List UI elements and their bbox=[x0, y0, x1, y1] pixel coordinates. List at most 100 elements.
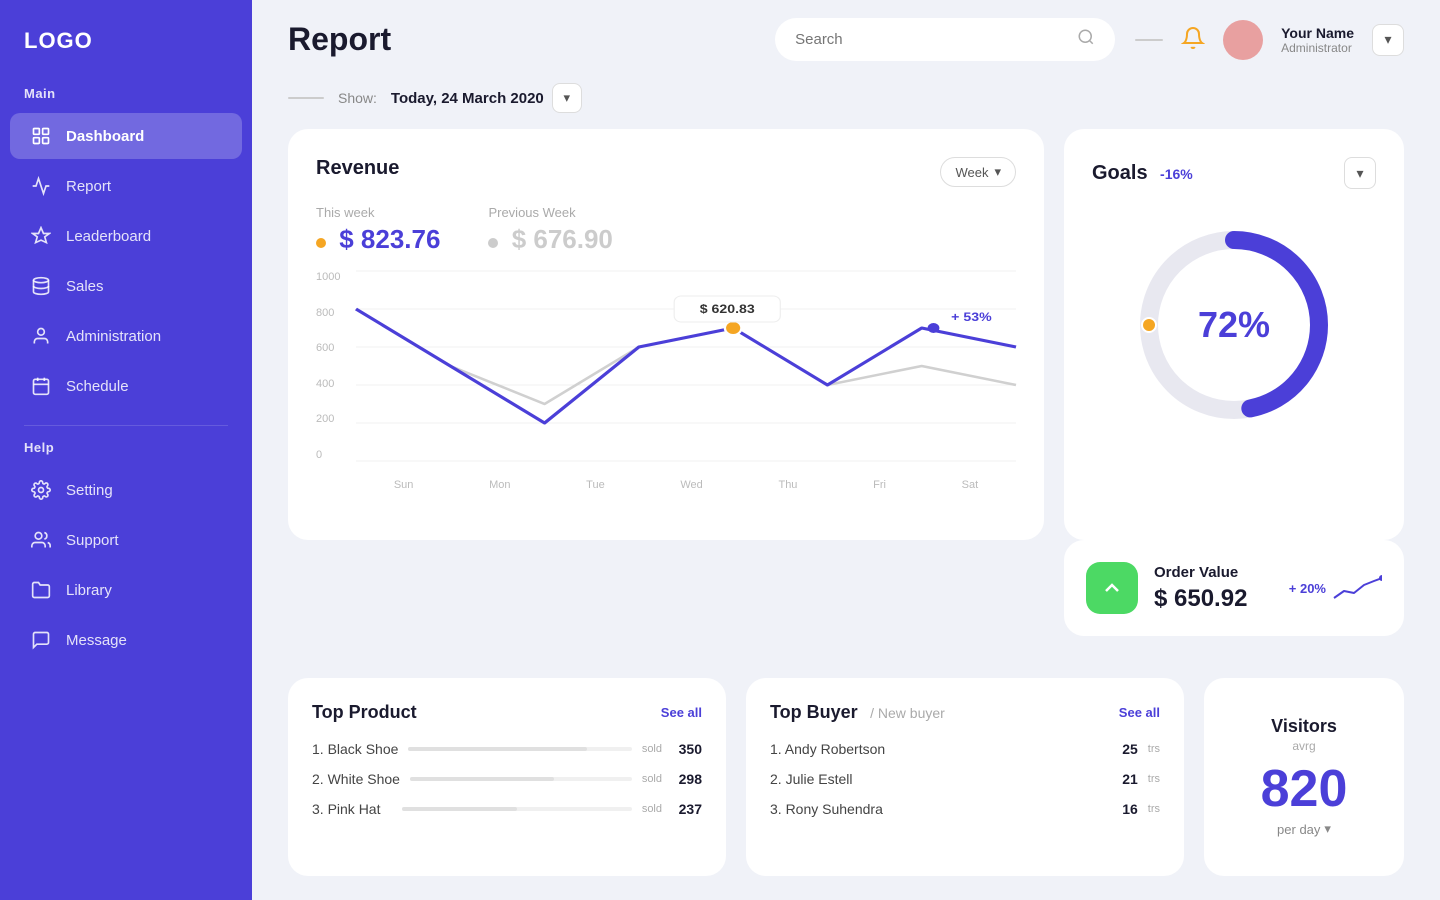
svg-text:72%: 72% bbox=[1198, 304, 1270, 345]
top-buyer-see-all[interactable]: See all bbox=[1119, 705, 1160, 720]
sidebar-item-label-report: Report bbox=[66, 178, 111, 195]
this-week-amount: $ 823.76 bbox=[316, 224, 440, 255]
goals-card: Goals -16% ▾ 72% bbox=[1064, 129, 1404, 540]
search-input[interactable] bbox=[795, 31, 1067, 48]
order-icon bbox=[1086, 562, 1138, 614]
gear-icon bbox=[30, 479, 52, 501]
sidebar-item-leaderboard[interactable]: Leaderboard bbox=[10, 213, 242, 259]
users-icon bbox=[30, 529, 52, 551]
top-product-see-all[interactable]: See all bbox=[661, 705, 702, 720]
this-week-label: This week bbox=[316, 205, 440, 220]
header-right: Your Name Administrator ▾ bbox=[1135, 20, 1404, 60]
award-icon bbox=[30, 225, 52, 247]
buyer-count-3: 16 bbox=[1122, 801, 1138, 817]
visitors-title: Visitors bbox=[1271, 716, 1337, 737]
chart-y-labels: 1000 800 600 400 200 0 bbox=[316, 271, 340, 461]
sidebar-item-administration[interactable]: Administration bbox=[10, 313, 242, 359]
user-role: Administrator bbox=[1281, 41, 1354, 55]
dot-current bbox=[316, 238, 326, 248]
product-sold-count-1: 350 bbox=[672, 741, 702, 757]
search-icon bbox=[1077, 28, 1095, 51]
product-bar-1 bbox=[408, 747, 587, 751]
revenue-prev-week: Previous Week $ 676.90 bbox=[488, 205, 612, 255]
chevron-down-icon: ▾ bbox=[1324, 821, 1331, 837]
buyer-row-1: 1. Andy Robertson 25 trs bbox=[770, 741, 1160, 757]
product-rank-3: 3. Pink Hat bbox=[312, 801, 392, 817]
sidebar-item-label-sales: Sales bbox=[66, 278, 104, 295]
revenue-this-week: This week $ 823.76 bbox=[316, 205, 440, 255]
sidebar-item-label-dashboard: Dashboard bbox=[66, 128, 144, 145]
sidebar-item-dashboard[interactable]: Dashboard bbox=[10, 113, 242, 159]
top-product-title: Top Product bbox=[312, 702, 417, 723]
goals-title: Goals bbox=[1092, 162, 1148, 184]
section-label-main: Main bbox=[0, 86, 252, 111]
visitors-per-day[interactable]: per day ▾ bbox=[1277, 821, 1331, 837]
revenue-title: Revenue bbox=[316, 157, 399, 180]
dashboard-grid: Revenue Week ▾ This week $ 823.76 Previo… bbox=[252, 129, 1440, 900]
product-bar-wrap-3 bbox=[402, 807, 632, 811]
grid-icon bbox=[30, 125, 52, 147]
revenue-stats: This week $ 823.76 Previous Week $ 676.9… bbox=[316, 205, 1016, 255]
revenue-header: Revenue Week ▾ bbox=[316, 157, 1016, 187]
goals-badge: -16% bbox=[1160, 166, 1193, 182]
date-filter-bar: Show: Today, 24 March 2020 ▾ bbox=[252, 79, 1440, 129]
header-divider-line bbox=[1135, 39, 1163, 41]
avatar bbox=[1223, 20, 1263, 60]
order-trend-text: + 20% bbox=[1289, 581, 1326, 596]
top-buyer-card: Top Buyer / New buyer See all 1. Andy Ro… bbox=[746, 678, 1184, 876]
order-amount: $ 650.92 bbox=[1154, 585, 1273, 613]
search-bar[interactable] bbox=[775, 18, 1115, 61]
buyer-rank-2: 2. Julie Estell bbox=[770, 771, 1112, 787]
visitors-sublabel: avrg bbox=[1292, 739, 1315, 753]
bottom-row: Top Product See all 1. Black Shoe sold 3… bbox=[288, 678, 1404, 876]
product-row-1: 1. Black Shoe sold 350 bbox=[312, 741, 702, 757]
user-info: Your Name Administrator bbox=[1281, 25, 1354, 55]
revenue-chart: 1000 800 600 400 200 0 bbox=[316, 271, 1016, 491]
goals-header: Goals -16% ▾ bbox=[1092, 157, 1376, 189]
visitors-card: Visitors avrg 820 per day ▾ bbox=[1204, 678, 1404, 876]
notification-button[interactable] bbox=[1181, 26, 1205, 53]
visitors-count: 820 bbox=[1261, 763, 1348, 815]
top-product-card: Top Product See all 1. Black Shoe sold 3… bbox=[288, 678, 726, 876]
activity-icon bbox=[30, 175, 52, 197]
buyer-unit-1: trs bbox=[1148, 743, 1160, 755]
top-buyer-title: Top Buyer bbox=[770, 702, 858, 722]
sidebar-item-support[interactable]: Support bbox=[10, 517, 242, 563]
sidebar-item-label-setting: Setting bbox=[66, 482, 113, 499]
dot-prev bbox=[488, 238, 498, 248]
sidebar-item-label-message: Message bbox=[66, 632, 127, 649]
sidebar-item-library[interactable]: Library bbox=[10, 567, 242, 613]
product-row-3: 3. Pink Hat sold 237 bbox=[312, 801, 702, 817]
date-selector-value: Today, 24 March 2020 bbox=[391, 90, 544, 107]
chevron-down-icon: ▾ bbox=[994, 164, 1001, 180]
database-icon bbox=[30, 275, 52, 297]
sidebar: LOGO Main Dashboard Report Leaderboard S… bbox=[0, 0, 252, 900]
top-buyer-subtitle: / New buyer bbox=[870, 705, 945, 721]
week-selector-label: Week bbox=[955, 165, 988, 180]
product-sold-label-1: sold bbox=[642, 743, 662, 755]
user-dropdown-button[interactable]: ▾ bbox=[1372, 24, 1404, 56]
week-selector[interactable]: Week ▾ bbox=[940, 157, 1016, 187]
sidebar-item-report[interactable]: Report bbox=[10, 163, 242, 209]
product-sold-label-3: sold bbox=[642, 803, 662, 815]
date-selector-button[interactable]: ▾ bbox=[552, 83, 582, 113]
buyer-row-2: 2. Julie Estell 21 trs bbox=[770, 771, 1160, 787]
sidebar-item-message[interactable]: Message bbox=[10, 617, 242, 663]
page-title: Report bbox=[288, 21, 391, 58]
donut-chart: 72% bbox=[1092, 205, 1376, 445]
order-label: Order Value bbox=[1154, 564, 1273, 581]
sidebar-item-schedule[interactable]: Schedule bbox=[10, 363, 242, 409]
product-bar-wrap-1 bbox=[408, 747, 631, 751]
product-rank-2: 2. White Shoe bbox=[312, 771, 400, 787]
sidebar-item-sales[interactable]: Sales bbox=[10, 263, 242, 309]
logo: LOGO bbox=[0, 0, 252, 86]
revenue-card: Revenue Week ▾ This week $ 823.76 Previo… bbox=[288, 129, 1044, 540]
calendar-icon bbox=[30, 375, 52, 397]
date-selector[interactable]: Today, 24 March 2020 ▾ bbox=[391, 83, 582, 113]
sidebar-item-setting[interactable]: Setting bbox=[10, 467, 242, 513]
sidebar-item-label-schedule: Schedule bbox=[66, 378, 129, 395]
buyer-unit-2: trs bbox=[1148, 773, 1160, 785]
product-sold-count-3: 237 bbox=[672, 801, 702, 817]
goals-dropdown-button[interactable]: ▾ bbox=[1344, 157, 1376, 189]
product-sold-label-2: sold bbox=[642, 773, 662, 785]
